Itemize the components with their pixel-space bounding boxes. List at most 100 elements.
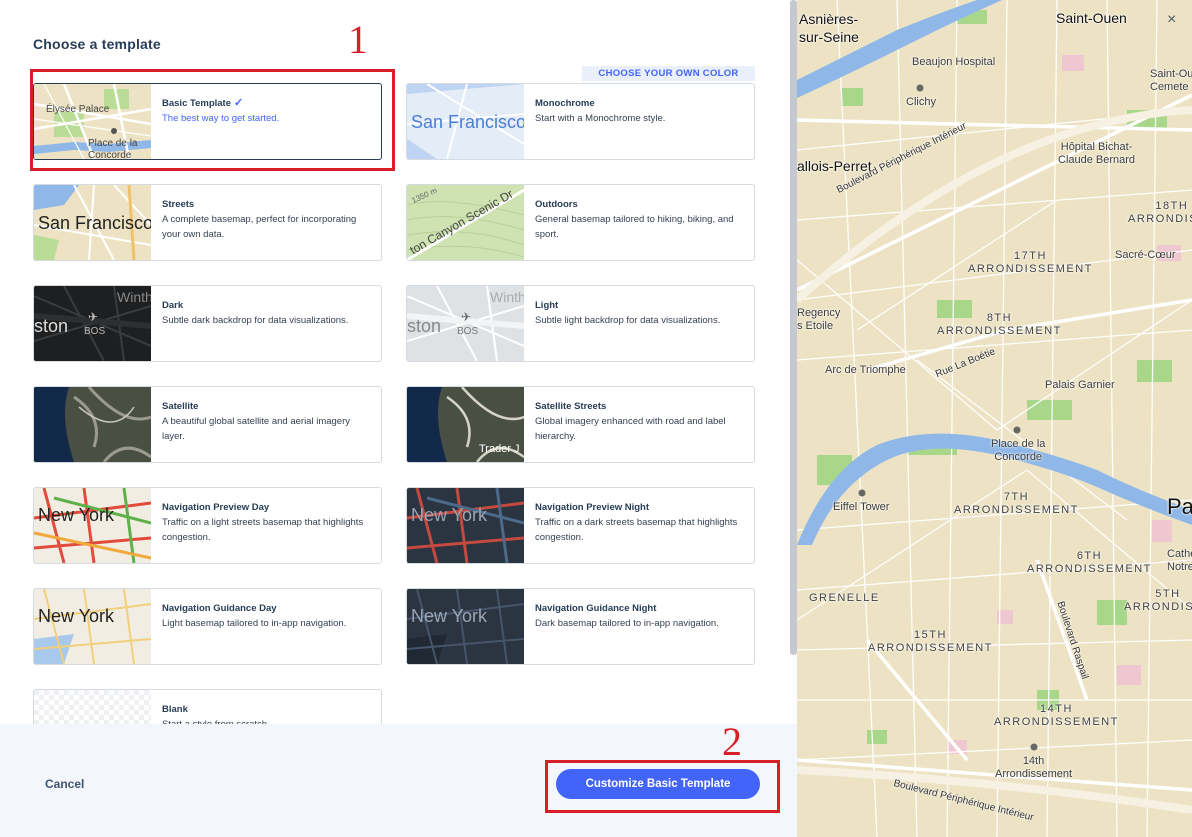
template-name: Navigation Guidance Day <box>162 603 277 614</box>
template-desc: Dark basemap tailored to in-app navigati… <box>535 618 719 629</box>
template-name: Navigation Guidance Night <box>535 603 657 614</box>
map-label-arr14: 14TH ARRONDISSEMENT <box>994 703 1119 728</box>
map-label-cathedral: Cathed Notre D <box>1167 548 1192 573</box>
template-name: Blank <box>162 704 188 715</box>
template-desc: The best way to get started. <box>162 113 280 124</box>
map-label-sacre-coeur: Sacré-Cœur <box>1115 249 1176 261</box>
thumb-basic: Élysée Palace Place de la Concorde <box>34 84 151 159</box>
template-card-satellite-streets[interactable]: Trader J Satellite Streets Global imager… <box>406 386 755 463</box>
thumb-text: Élysée Palace <box>46 104 110 115</box>
map-label-clichy: Clichy <box>906 96 936 108</box>
thumb-text: New York <box>38 606 115 626</box>
map-label-saint-ouen: Saint-Ouen <box>1056 10 1127 26</box>
template-desc: Traffic on a dark streets basemap that h… <box>535 517 738 543</box>
map-label-arr6: 6TH ARRONDISSEMENT <box>1027 550 1152 575</box>
thumb-nav-guidance-night: New York <box>407 589 524 664</box>
map-label-arr18: 18TH ARRONDISSE <box>1128 200 1192 225</box>
template-name: Satellite Streets <box>535 401 607 412</box>
close-icon[interactable]: × <box>1167 11 1176 29</box>
template-name: Navigation Preview Night <box>535 502 650 513</box>
template-card-satellite[interactable]: Satellite A beautiful global satellite a… <box>33 386 382 463</box>
map-label-paris: Pa <box>1167 494 1192 519</box>
template-name: Outdoors <box>535 199 578 210</box>
template-name: Monochrome <box>535 98 595 109</box>
check-icon: ✓ <box>234 97 244 109</box>
template-desc: Subtle light backdrop for data visualiza… <box>535 315 721 326</box>
map-label-arr14-poi: 14th Arrondissement <box>995 755 1073 780</box>
thumb-outdoors: ton Canyon Scenic Dr 1350 m <box>407 185 524 260</box>
panel-title: Choose a template <box>33 36 161 52</box>
map-label-garnier: Palais Garnier <box>1045 379 1115 391</box>
template-card-nav-preview-day[interactable]: New York Navigation Preview Day Traffic … <box>33 487 382 564</box>
template-desc: Subtle dark backdrop for data visualizat… <box>162 315 349 326</box>
template-name: Dark <box>162 300 184 311</box>
map-label-grenelle: GRENELLE <box>809 592 880 604</box>
map-preview[interactable]: Asnières- sur-Seine Saint-Ouen × Beaujon… <box>797 0 1192 837</box>
customize-template-button[interactable]: Customize Basic Template <box>556 769 760 799</box>
template-card-dark[interactable]: ston BOS Winth ✈ Dark Subtle dark backdr… <box>33 285 382 362</box>
thumb-text: San Francisco <box>38 213 151 233</box>
choose-own-color-button[interactable]: CHOOSE YOUR OWN COLOR <box>582 66 755 81</box>
map-label-concorde: Place de la Concorde <box>991 438 1046 463</box>
template-name: Satellite <box>162 401 199 412</box>
map-label-arr7: 7TH ARRONDISSEMENT <box>954 491 1079 516</box>
template-card-monochrome[interactable]: San Francisco Monochrome Start with a Mo… <box>406 83 755 160</box>
thumb-text: Winth <box>117 289 151 305</box>
cancel-button[interactable]: Cancel <box>45 777 84 791</box>
thumb-text: Place de la Concorde <box>88 138 138 159</box>
thumb-dark: ston BOS Winth ✈ <box>34 286 151 361</box>
template-name: Light <box>535 300 559 311</box>
thumb-satellite <box>34 387 151 462</box>
template-desc: Traffic on a light streets basemap that … <box>162 517 364 543</box>
thumb-text: New York <box>411 606 488 626</box>
map-label-beaujon: Beaujon Hospital <box>912 56 996 68</box>
thumb-text: BOS <box>84 326 106 337</box>
template-name: Navigation Preview Day <box>162 502 270 513</box>
template-name: Basic Template <box>162 98 231 109</box>
template-desc: A complete basemap, perfect for incorpor… <box>162 214 357 240</box>
thumb-text: ston <box>34 316 69 336</box>
scrollbar[interactable] <box>790 0 797 655</box>
thumb-text: New York <box>411 505 488 525</box>
annotation-number-1: 1 <box>348 17 368 62</box>
template-desc: A beautiful global satellite and aerial … <box>162 416 351 442</box>
template-card-nav-guidance-day[interactable]: New York Navigation Guidance Day Light b… <box>33 588 382 665</box>
annotation-number-2: 2 <box>722 719 742 764</box>
thumb-nav-preview-day: New York <box>34 488 151 563</box>
template-card-nav-preview-night[interactable]: New York Navigation Preview Night Traffi… <box>406 487 755 564</box>
thumb-text: BOS <box>457 326 479 337</box>
template-desc: Light basemap tailored to in-app navigat… <box>162 618 347 629</box>
template-card-basic[interactable]: Élysée Palace Place de la Concorde Basic… <box>33 83 382 160</box>
template-desc: Start with a Monochrome style. <box>535 113 666 124</box>
thumb-light: ston BOS Winth ✈ <box>407 286 524 361</box>
thumb-monochrome: San Francisco <box>407 84 524 159</box>
template-desc: Global imagery enhanced with road and la… <box>535 416 726 442</box>
airplane-icon: ✈ <box>461 310 472 324</box>
thumb-text: San Francisco <box>411 112 524 132</box>
map-label-eiffel: Eiffel Tower <box>833 501 890 513</box>
thumb-text: ston <box>407 316 442 336</box>
airplane-icon: ✈ <box>88 310 99 324</box>
thumb-satellite-streets: Trader J <box>407 387 524 462</box>
map-label-asnieres: Asnières- sur-Seine <box>799 11 859 45</box>
thumb-nav-preview-night: New York <box>407 488 524 563</box>
map-label-arc: Arc de Triomphe <box>825 364 906 376</box>
template-panel: Choose a template CHOOSE YOUR OWN COLOR … <box>0 0 797 837</box>
template-name: Streets <box>162 199 195 210</box>
thumb-text: Winth <box>490 289 524 305</box>
template-card-streets[interactable]: San Francisco Streets A complete basemap… <box>33 184 382 261</box>
map-label-arr8: 8TH ARRONDISSEMENT <box>937 312 1062 337</box>
template-desc: General basemap tailored to hiking, biki… <box>535 214 734 240</box>
map-label-regency: Regency s Etoile <box>797 307 841 332</box>
map-label-arr17: 17TH ARRONDISSEMENT <box>968 250 1093 275</box>
template-card-outdoors[interactable]: ton Canyon Scenic Dr 1350 m Outdoors Gen… <box>406 184 755 261</box>
map-label-saint-ouen-cemetery: Saint-Ou Cemete <box>1150 68 1192 93</box>
template-card-light[interactable]: ston BOS Winth ✈ Light Subtle light back… <box>406 285 755 362</box>
thumb-nav-guidance-day: New York <box>34 589 151 664</box>
map-label-arr5: 5TH ARRONDISSE <box>1124 588 1192 613</box>
thumb-streets: San Francisco <box>34 185 151 260</box>
map-label-bichat: Hôpital Bichat- Claude Bernard <box>1058 141 1136 166</box>
thumb-text: Trader J <box>479 443 520 455</box>
template-card-nav-guidance-night[interactable]: New York Navigation Guidance Night Dark … <box>406 588 755 665</box>
dialog-footer: Cancel Customize Basic Template <box>0 724 797 837</box>
